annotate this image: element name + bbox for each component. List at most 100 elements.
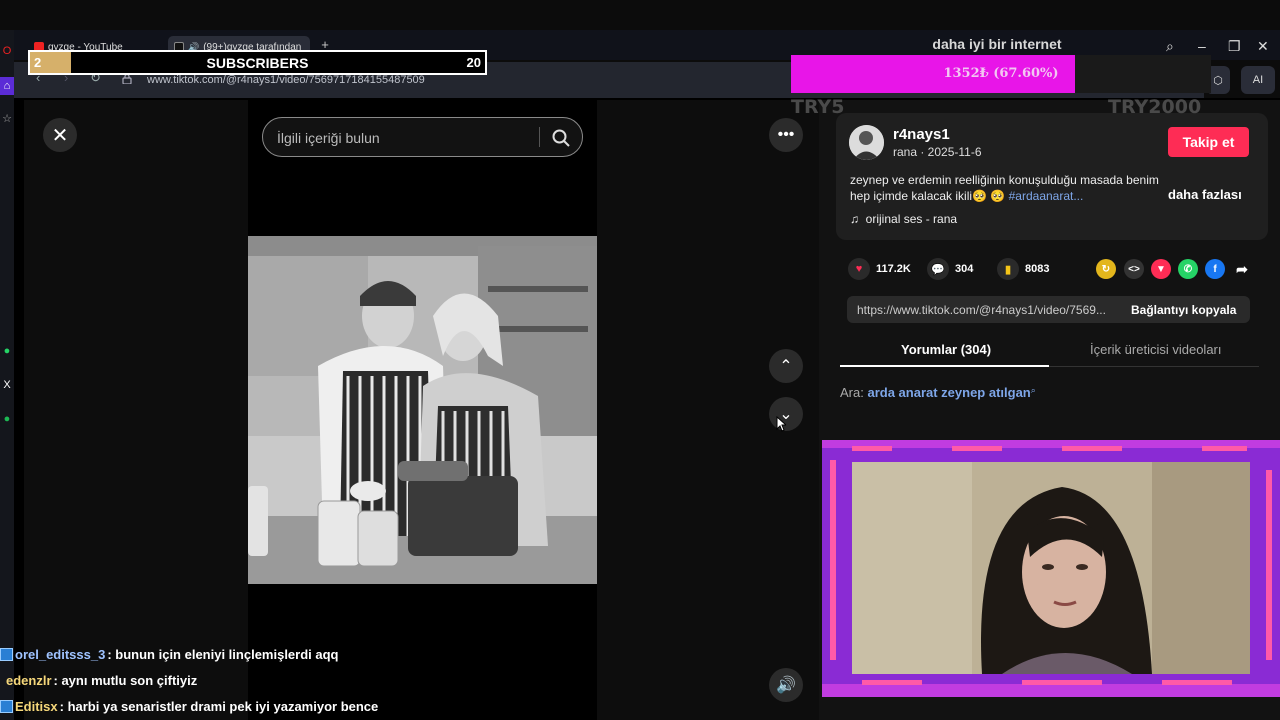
cam-frame-pixel: [952, 446, 1002, 451]
star-icon[interactable]: ☆: [0, 109, 14, 127]
cam-frame-pixel: [1162, 680, 1232, 685]
volume-icon: 🔊: [776, 677, 796, 694]
copy-link-button[interactable]: Bağlantıyı kopyala: [1131, 303, 1236, 317]
cam-frame-pixel: [1062, 446, 1122, 451]
save-button[interactable]: ▮ 8083: [997, 258, 1049, 280]
video-link[interactable]: https://www.tiktok.com/@r4nays1/video/75…: [857, 303, 1117, 317]
repost-icon[interactable]: ↻: [1096, 259, 1116, 279]
tab-creator-videos[interactable]: İçerik üreticisi videoları: [1090, 342, 1222, 357]
webcam-video: [852, 462, 1250, 674]
sound-link[interactable]: ♫ orijinal ses - rana: [850, 212, 957, 226]
chat-text: : aynı mutlu son çiftiyiz: [53, 673, 198, 688]
chat-badge-icon: [0, 648, 13, 661]
whatsapp-share-icon[interactable]: ✆: [1178, 259, 1198, 279]
webcam-overlay: [822, 440, 1280, 697]
opera-icon[interactable]: O: [0, 42, 14, 60]
close-video-button[interactable]: ✕: [43, 118, 77, 152]
search-icon[interactable]: ⌕: [1166, 38, 1174, 55]
subscriber-title: SUBSCRIBERS: [206, 55, 309, 71]
copy-link-field: https://www.tiktok.com/@r4nays1/video/75…: [847, 296, 1250, 323]
cam-frame-pixel: [852, 446, 892, 451]
share-arrow-icon[interactable]: ➦: [1232, 259, 1252, 279]
description-line-2: hep içimde kalacak ikili🥺 🥺 #ardaanarat.…: [850, 189, 1083, 203]
comment-icon: 💬: [927, 258, 949, 280]
volume-button[interactable]: 🔊: [769, 668, 803, 702]
facebook-icon[interactable]: f: [1205, 259, 1225, 279]
cam-frame-left: [830, 460, 836, 660]
x-icon[interactable]: X: [0, 376, 14, 394]
donation-goal-text: 1352₺ (67.60%): [943, 66, 1059, 81]
more-button[interactable]: daha fazlası: [1168, 187, 1242, 202]
chat-text: : bunun için eleniyi linçlemişlerdi aqq: [107, 647, 339, 662]
music-note-icon: ♫: [850, 212, 859, 226]
hashtag-link[interactable]: #ardaanarat...: [1009, 189, 1084, 203]
home-icon[interactable]: ⌂: [0, 77, 14, 95]
like-button[interactable]: ♥ 117.2K: [848, 258, 911, 280]
donation-max-label: TRY2000: [1108, 96, 1202, 118]
search-input[interactable]: İlgili içeriği bulun: [262, 117, 583, 157]
subscriber-goal: 20: [466, 55, 481, 70]
chat-user: Editisx: [15, 699, 58, 714]
donation-goal-title: daha iyi bir internet: [932, 36, 1062, 52]
description-text: hep içimde kalacak ikili🥺 🥺: [850, 189, 1006, 203]
donation-min-label: TRY5: [791, 96, 845, 118]
send-icon[interactable]: ▼: [1151, 259, 1171, 279]
cam-frame-pixel: [862, 680, 922, 685]
minimize-icon[interactable]: –: [1198, 38, 1206, 54]
restore-icon[interactable]: ❐: [1228, 38, 1241, 55]
next-video-button[interactable]: ⌄: [769, 397, 803, 431]
embed-icon[interactable]: <>: [1124, 259, 1144, 279]
previous-video-button[interactable]: ⌃: [769, 349, 803, 383]
author-username[interactable]: r4nays1: [893, 126, 950, 143]
cam-frame-pixel: [1202, 446, 1247, 451]
streamer-image: [852, 462, 1250, 674]
video-player[interactable]: [248, 236, 597, 584]
cam-frame-right: [1266, 470, 1272, 660]
tab-comments[interactable]: Yorumlar (304): [901, 342, 991, 357]
ai-button[interactable]: AI: [1241, 66, 1275, 94]
whatsapp-icon[interactable]: ●: [0, 342, 14, 360]
chevron-up-icon: ⌃: [779, 358, 793, 375]
avatar-image: [849, 125, 884, 160]
search-placeholder: İlgili içeriği bulun: [277, 130, 380, 146]
related-search[interactable]: Ara: arda anarat zeynep atılgan⌕: [840, 385, 1036, 400]
heart-icon: ♥: [848, 258, 870, 280]
cam-frame-bottom: [822, 684, 1280, 697]
related-query: arda anarat zeynep atılgan: [867, 385, 1031, 400]
chat-text: : harbi ya senaristler drami pek iyi yaz…: [59, 699, 379, 714]
comment-button[interactable]: 💬 304: [927, 258, 973, 280]
ai-button-label: AI: [1252, 74, 1264, 86]
like-count: 117.2K: [876, 263, 911, 275]
search-small-icon: ⌕: [1030, 385, 1036, 395]
chat-user: edenzlr: [6, 673, 52, 688]
cam-frame-pixel: [1022, 680, 1102, 685]
sound-label: orijinal ses - rana: [865, 212, 958, 226]
chat-message: edenzlr: aynı mutlu son çiftiyiz: [6, 673, 197, 688]
save-count: 8083: [1025, 263, 1050, 275]
more-icon: •••: [777, 126, 795, 143]
more-options-button[interactable]: •••: [769, 118, 803, 152]
bookmark-icon: ▮: [997, 258, 1019, 280]
avatar[interactable]: [849, 125, 884, 160]
chat-badge-icon: [0, 700, 13, 713]
chat-message: Editisx: harbi ya senaristler drami pek …: [0, 699, 378, 714]
follow-button[interactable]: Takip et: [1168, 127, 1249, 157]
tab-divider: [1049, 366, 1259, 367]
close-window-icon[interactable]: ✕: [1257, 38, 1269, 55]
description-line-1: zeynep ve erdemin reelliğinin konuşulduğ…: [850, 173, 1159, 187]
search-icon[interactable]: [551, 128, 571, 148]
spotify-icon[interactable]: ●: [0, 410, 14, 428]
chat-user: orel_editsss_3: [15, 647, 106, 662]
subscriber-goal-widget: 2 SUBSCRIBERS 20: [28, 50, 487, 75]
comment-count: 304: [955, 263, 974, 275]
close-icon: ✕: [51, 124, 69, 147]
url-field[interactable]: www.tiktok.com/@r4nays1/video/7569717184…: [147, 74, 425, 86]
author-subline: rana · 2025-11-6: [893, 145, 982, 159]
mouse-cursor-icon: [776, 416, 786, 432]
chat-message: orel_editsss_3: bunun için eleniyi linçl…: [0, 647, 339, 662]
active-tab-indicator: [840, 365, 1049, 367]
browser-sidebar: [0, 30, 14, 720]
related-prefix: Ara:: [840, 385, 864, 400]
video-frame-image: [248, 236, 597, 584]
search-divider: [539, 127, 540, 147]
